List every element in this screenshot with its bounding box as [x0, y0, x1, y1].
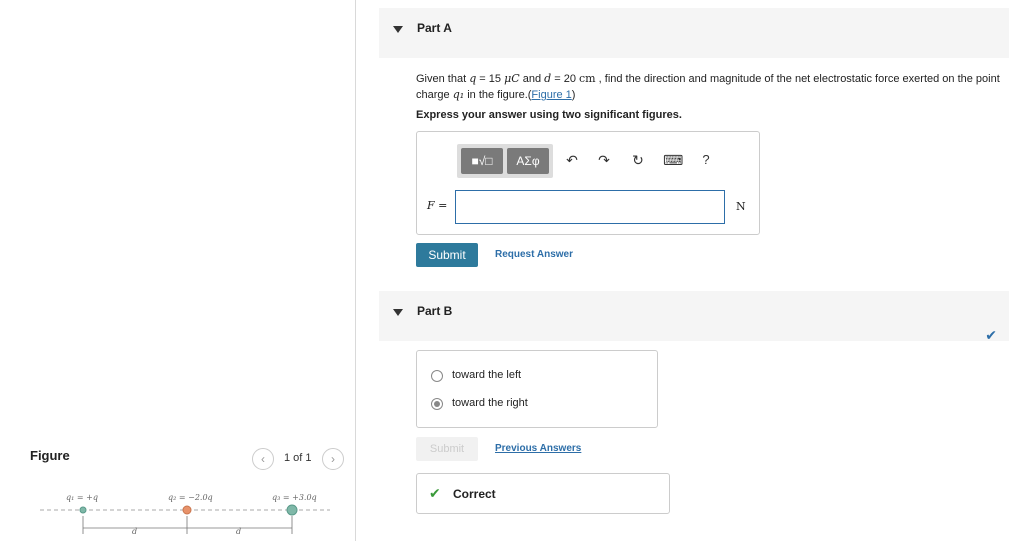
- part-a-submit-button[interactable]: Submit: [416, 243, 478, 267]
- part-a-title: Part A: [417, 21, 452, 35]
- charge-q3: [286, 504, 298, 516]
- previous-answers-link[interactable]: Previous Answers: [495, 443, 581, 454]
- distance-label-1: d: [132, 527, 137, 536]
- part-a-question: Given that q = 15 μC and d = 20 cm , fin…: [416, 72, 1000, 101]
- answer-box: ■√□ ΑΣφ ↶ ↷ ↻ ⌨ ? F = N: [416, 131, 760, 235]
- answer-choices: toward the left toward the right: [416, 350, 658, 428]
- next-figure-button[interactable]: ›: [322, 448, 344, 470]
- correct-check-icon: ✔: [429, 485, 441, 501]
- help-icon[interactable]: ?: [697, 152, 715, 167]
- charge-q1: [79, 506, 87, 514]
- templates-button[interactable]: ■√□: [461, 148, 503, 174]
- greek-symbols-button[interactable]: ΑΣφ: [507, 148, 549, 174]
- part-a-header[interactable]: Part A: [379, 8, 1009, 58]
- redo-icon[interactable]: ↷: [595, 152, 613, 169]
- radio-button-selected[interactable]: [431, 398, 443, 410]
- unit-label: N: [736, 200, 746, 213]
- figure-panel: Figure ‹ 1 of 1 › q₁ = +q q₂ = −2.0q q₃ …: [0, 0, 356, 541]
- request-answer-link[interactable]: Request Answer: [495, 249, 573, 260]
- part-b-header[interactable]: Part B ✔: [379, 291, 1009, 343]
- charge-q2: [182, 505, 192, 515]
- force-label: F =: [427, 199, 448, 212]
- force-input[interactable]: [455, 190, 725, 224]
- undo-icon[interactable]: ↶: [563, 152, 581, 169]
- part-a-instruction: Express your answer using two significan…: [416, 109, 682, 121]
- distance-label-2: d: [236, 527, 241, 536]
- feedback-text: Correct: [453, 487, 496, 501]
- figure-pager: 1 of 1: [284, 452, 312, 464]
- charge-label-q1: q₁ = +q: [66, 493, 98, 502]
- math-toolbar: ■√□ ΑΣφ ↶ ↷ ↻ ⌨ ?: [457, 144, 722, 180]
- toolbar-group: ■√□ ΑΣφ: [457, 144, 553, 178]
- charge-label-q3: q₃ = +3.0q: [272, 493, 317, 502]
- figure-link[interactable]: Figure 1: [531, 89, 571, 101]
- question-panel: Part A Given that q = 15 μC and d = 20 c…: [357, 0, 1024, 541]
- previous-figure-button[interactable]: ‹: [252, 448, 274, 470]
- charge-label-q2: q₂ = −2.0q: [168, 493, 213, 502]
- collapse-caret-icon[interactable]: [393, 26, 403, 33]
- keyboard-icon[interactable]: ⌨: [663, 152, 683, 169]
- charges-figure: q₁ = +q q₂ = −2.0q q₃ = +3.0q d d: [40, 493, 330, 536]
- part-b-submit-button[interactable]: Submit: [416, 437, 478, 461]
- feedback-box: ✔ Correct: [416, 473, 670, 514]
- reset-icon[interactable]: ↻: [629, 152, 647, 169]
- completed-check-icon: ✔: [985, 327, 997, 343]
- figure-title: Figure: [30, 448, 70, 463]
- figure-header: Figure ‹ 1 of 1 ›: [30, 448, 350, 472]
- collapse-caret-icon[interactable]: [393, 309, 403, 316]
- radio-button[interactable]: [431, 370, 443, 382]
- part-b-title: Part B: [417, 304, 453, 318]
